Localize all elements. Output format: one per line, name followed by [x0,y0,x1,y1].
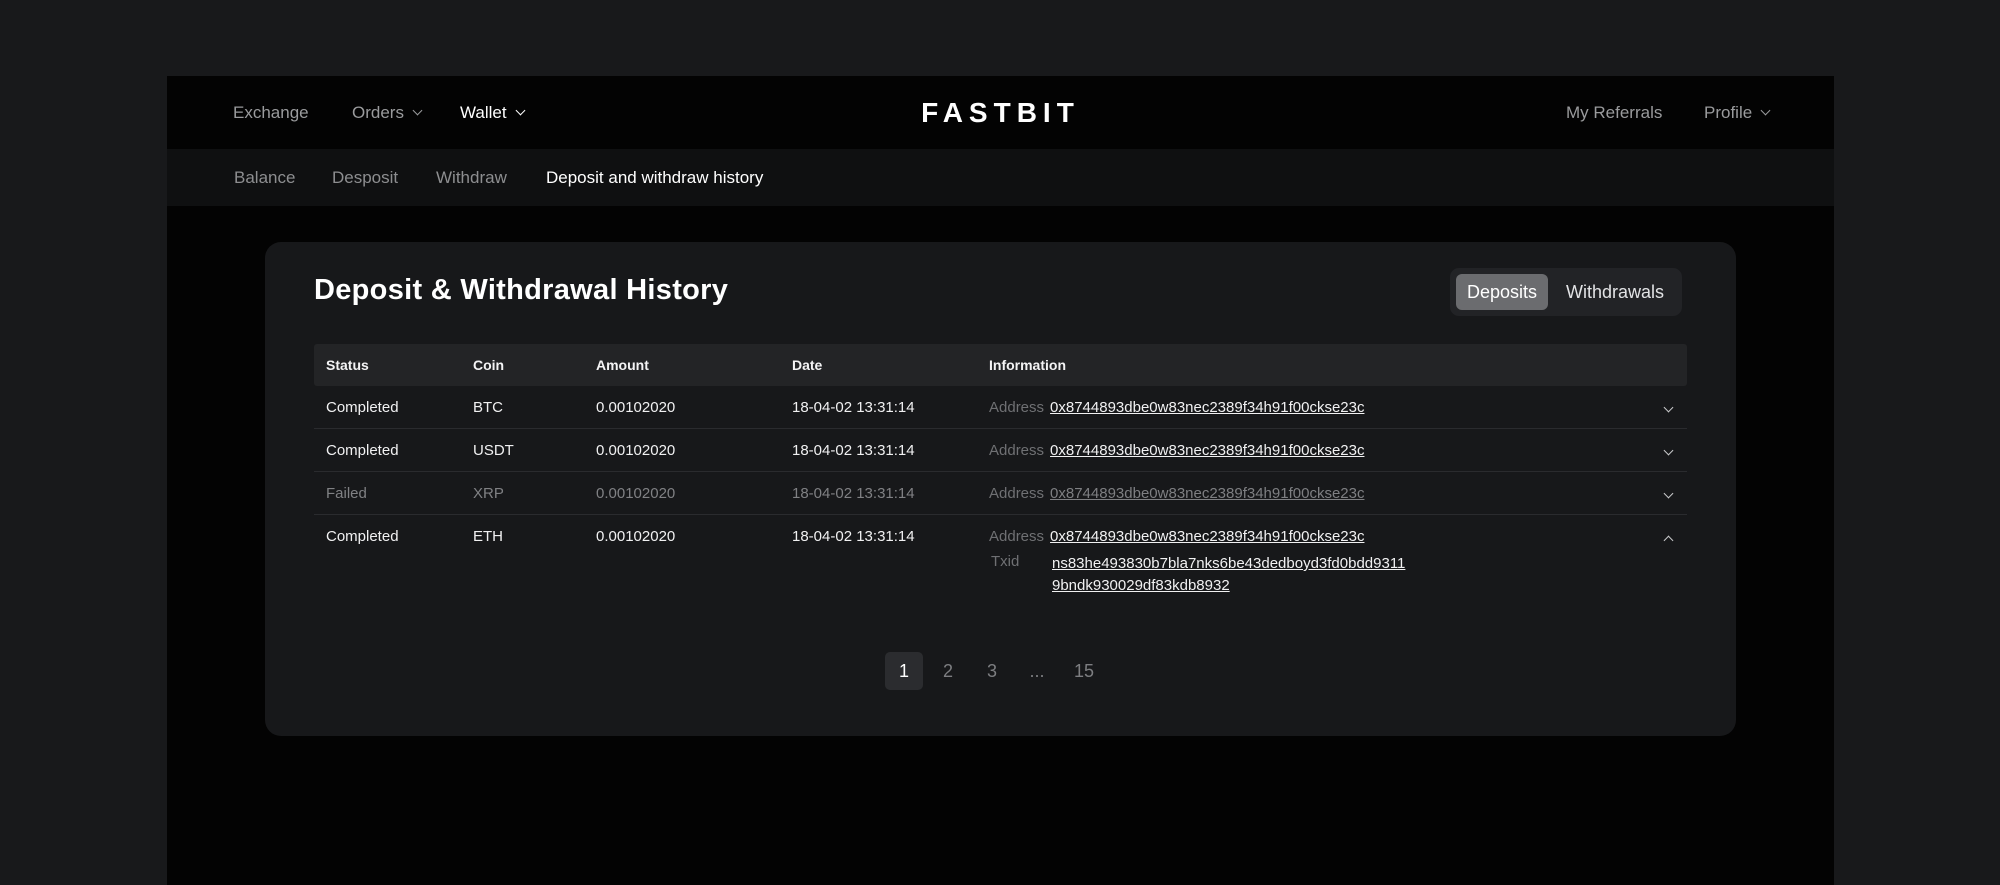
table-row[interactable]: Completed USDT 0.00102020 18-04-02 13:31… [314,429,1687,472]
row-information: Address 0x8744893dbe0w83nec2389f34h91f00… [989,429,1364,471]
subnav-withdraw[interactable]: Withdraw [436,149,507,206]
chevron-down-icon [412,105,423,116]
page-title: Deposit & Withdrawal History [314,274,729,306]
nav-orders[interactable]: Orders [352,76,423,149]
nav-my-referrals[interactable]: My Referrals [1566,76,1662,149]
deposits-withdrawals-toggle: Deposits Withdrawals [1450,268,1682,316]
chevron-down-icon[interactable] [1663,445,1674,456]
row-information: Address 0x8744893dbe0w83nec2389f34h91f00… [989,472,1364,514]
row-date: 18-04-02 13:31:14 [792,441,915,459]
address-link[interactable]: 0x8744893dbe0w83nec2389f34h91f00ckse23c [1050,399,1364,416]
top-navigation: Exchange Orders Wallet FASTBIT My Referr… [167,76,1834,149]
subnav-deposit[interactable]: Desposit [332,149,398,206]
chevron-up-icon[interactable] [1663,535,1674,546]
header-status: Status [326,357,369,373]
chevron-down-icon[interactable] [1663,402,1674,413]
row-status: Completed [326,527,399,545]
row-date: 18-04-02 13:31:14 [792,398,915,416]
txid-label: Txid [991,553,1020,570]
chevron-down-icon [515,105,526,116]
app-window: Exchange Orders Wallet FASTBIT My Referr… [167,76,1834,885]
row-coin: ETH [473,527,503,545]
row-amount: 0.00102020 [596,441,676,459]
header-amount: Amount [596,357,649,373]
chevron-down-icon [1760,105,1771,116]
nav-orders-label: Orders [352,102,404,122]
row-information: Address 0x8744893dbe0w83nec2389f34h91f00… [989,386,1364,428]
address-label: Address [989,527,1045,545]
nav-wallet[interactable]: Wallet [460,76,526,149]
row-status: Completed [326,441,399,459]
nav-exchange[interactable]: Exchange [233,76,309,149]
row-coin: XRP [473,484,504,502]
row-date: 18-04-02 13:31:14 [792,527,915,545]
page-15-button[interactable]: 15 [1065,652,1103,690]
header-coin: Coin [473,357,505,373]
subnav-balance[interactable]: Balance [234,149,295,206]
nav-profile-label: Profile [1704,102,1753,122]
header-date: Date [792,357,823,373]
address-link[interactable]: 0x8744893dbe0w83nec2389f34h91f00ckse23c [1050,528,1364,545]
address-label: Address [989,484,1045,502]
row-amount: 0.00102020 [596,484,676,502]
row-status: Failed [326,484,367,502]
txid-line-1: ns83he493830b7bla7nks6be43dedboyd3fd0bdd… [1052,555,1406,572]
txid-line-2: 9bndk930029df83kdb8932 [1052,577,1230,594]
pagination: 1 2 3 ... 15 [265,652,1736,690]
nav-profile[interactable]: Profile [1704,76,1771,149]
address-link[interactable]: 0x8744893dbe0w83nec2389f34h91f00ckse23c [1050,442,1364,459]
row-amount: 0.00102020 [596,527,676,545]
table-row-expanded[interactable]: Completed ETH 0.00102020 18-04-02 13:31:… [314,515,1687,603]
row-coin: BTC [473,398,503,416]
withdrawals-tab[interactable]: Withdrawals [1554,274,1676,310]
page-ellipsis: ... [1029,660,1045,681]
page-2-button[interactable]: 2 [929,652,967,690]
table-row[interactable]: Failed XRP 0.00102020 18-04-02 13:31:14 … [314,472,1687,515]
row-amount: 0.00102020 [596,398,676,416]
history-card: Deposit & Withdrawal History Deposits Wi… [265,242,1736,736]
table-header: Status Coin Amount Date Information [314,344,1687,386]
nav-wallet-label: Wallet [460,102,507,122]
address-label: Address [989,441,1045,459]
row-date: 18-04-02 13:31:14 [792,484,915,502]
wallet-subnav: Balance Desposit Withdraw Deposit and wi… [167,149,1834,206]
page-1-button[interactable]: 1 [885,652,923,690]
address-link[interactable]: 0x8744893dbe0w83nec2389f34h91f00ckse23c [1050,485,1364,502]
table-row[interactable]: Completed BTC 0.00102020 18-04-02 13:31:… [314,386,1687,429]
header-information: Information [989,357,1066,373]
row-status: Completed [326,398,399,416]
history-table: Status Coin Amount Date Information Comp… [314,344,1687,603]
subnav-history[interactable]: Deposit and withdraw history [546,149,763,206]
deposits-tab[interactable]: Deposits [1456,274,1548,310]
page-3-button[interactable]: 3 [973,652,1011,690]
txid-link[interactable]: ns83he493830b7bla7nks6be43dedboyd3fd0bdd… [1052,553,1405,597]
row-coin: USDT [473,441,514,459]
chevron-down-icon[interactable] [1663,488,1674,499]
address-label: Address [989,398,1045,416]
row-information: Address 0x8744893dbe0w83nec2389f34h91f00… [989,515,1364,557]
